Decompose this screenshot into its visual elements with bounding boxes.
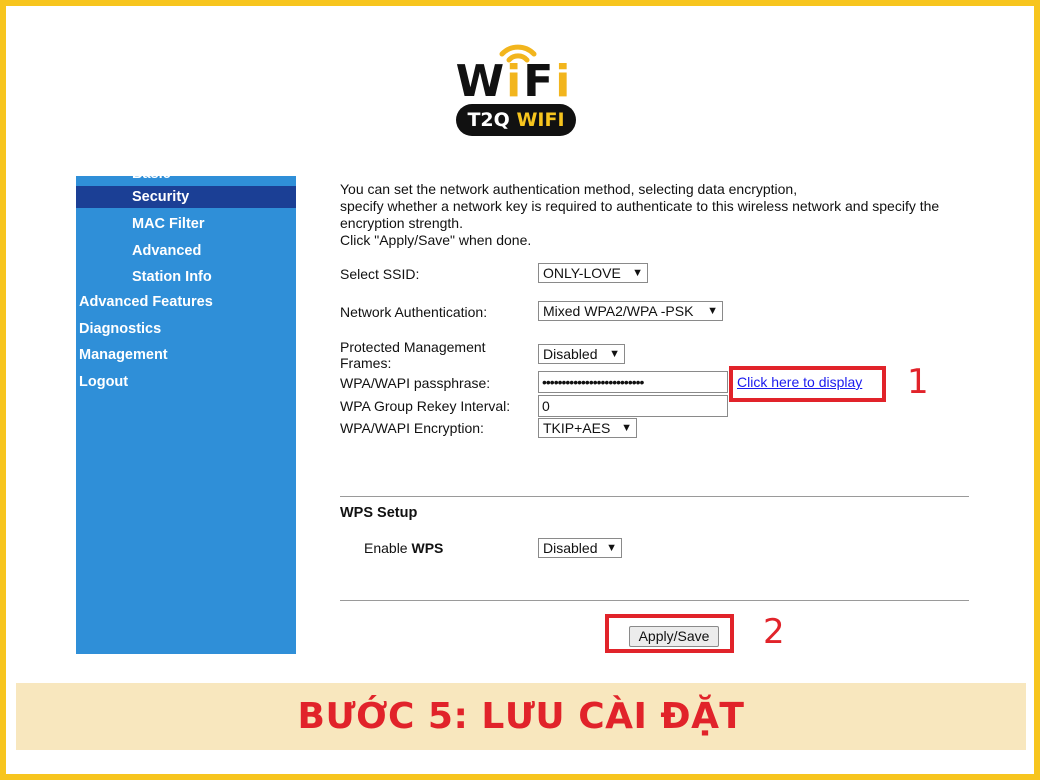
rekey-interval-input[interactable]: 0	[538, 395, 728, 417]
sidebar-item-station-info[interactable]: Station Info	[132, 266, 212, 288]
ssid-label: Select SSID:	[340, 266, 420, 282]
sidebar-item-advanced[interactable]: Advanced	[132, 240, 201, 262]
sidebar-item-logout[interactable]: Logout	[79, 371, 128, 393]
highlight-box-2	[605, 614, 734, 653]
step-marker-1: 1	[907, 362, 929, 402]
encryption-select[interactable]: TKIP+AES ▼	[538, 418, 637, 438]
sidebar-item-management[interactable]: Management	[79, 344, 168, 366]
pmf-value: Disabled	[543, 346, 598, 362]
sidebar-item-security[interactable]: Security	[76, 186, 296, 208]
step-banner: BƯỚC 5: LƯU CÀI ĐẶT	[16, 683, 1026, 750]
intro-line: Click "Apply/Save" when done.	[340, 232, 532, 248]
pmf-label-line: Protected Management	[340, 339, 486, 355]
divider	[340, 496, 969, 497]
pmf-label: Protected Management Frames:	[340, 339, 486, 371]
logo-badge: T2Q WIFI	[456, 104, 576, 136]
chevron-down-icon: ▼	[609, 348, 620, 360]
intro-line: You can set the network authentication m…	[340, 181, 798, 197]
intro-line: encryption strength.	[340, 215, 463, 231]
ssid-select[interactable]: ONLY-LOVE ▼	[538, 263, 648, 283]
pmf-select[interactable]: Disabled ▼	[538, 344, 625, 364]
enable-wps-bold: WPS	[411, 540, 444, 556]
divider	[340, 600, 969, 601]
auth-label: Network Authentication:	[340, 304, 488, 320]
encryption-label: WPA/WAPI Encryption:	[340, 420, 484, 436]
auth-value: Mixed WPA2/WPA -PSK	[543, 303, 694, 319]
t2q-wifi-logo: WiFi T2Q WIFI	[448, 36, 580, 140]
intro-text: You can set the network authentication m…	[340, 181, 960, 249]
sidebar-item-advanced-features[interactable]: Advanced Features	[79, 291, 213, 313]
passphrase-label: WPA/WAPI passphrase:	[340, 375, 491, 391]
security-settings-panel: You can set the network authentication m…	[296, 176, 969, 654]
wps-setup-title: WPS Setup	[340, 505, 418, 521]
chevron-down-icon: ▼	[632, 267, 643, 279]
network-auth-select[interactable]: Mixed WPA2/WPA -PSK ▼	[538, 301, 723, 321]
sidebar-item-basic[interactable]: Basic	[132, 176, 171, 185]
logo-wordmark: WiFi	[455, 56, 573, 107]
chevron-down-icon: ▼	[606, 542, 617, 554]
router-settings-screenshot: Basic Security MAC Filter Advanced Stati…	[76, 176, 969, 654]
banner-title: BƯỚC 5: LƯU CÀI ĐẶT	[297, 696, 745, 737]
passphrase-input[interactable]: ••••••••••••••••••••••••••	[538, 371, 728, 393]
sidebar: Basic Security MAC Filter Advanced Stati…	[76, 176, 296, 654]
intro-line: specify whether a network key is require…	[340, 198, 940, 214]
encryption-value: TKIP+AES	[543, 420, 611, 436]
step-marker-2: 2	[763, 612, 785, 652]
chevron-down-icon: ▼	[621, 422, 632, 434]
chevron-down-icon: ▼	[707, 305, 718, 317]
ssid-value: ONLY-LOVE	[543, 265, 621, 281]
enable-wps-text: Enable	[364, 540, 412, 556]
enable-wps-select[interactable]: Disabled ▼	[538, 538, 622, 558]
wps-value: Disabled	[543, 540, 598, 556]
sidebar-item-mac-filter[interactable]: MAC Filter	[132, 213, 205, 235]
pmf-label-line: Frames:	[340, 355, 392, 371]
sidebar-item-diagnostics[interactable]: Diagnostics	[79, 318, 161, 340]
highlight-box-1	[729, 366, 886, 402]
enable-wps-label: Enable WPS	[364, 540, 443, 556]
rekey-label: WPA Group Rekey Interval:	[340, 398, 511, 414]
